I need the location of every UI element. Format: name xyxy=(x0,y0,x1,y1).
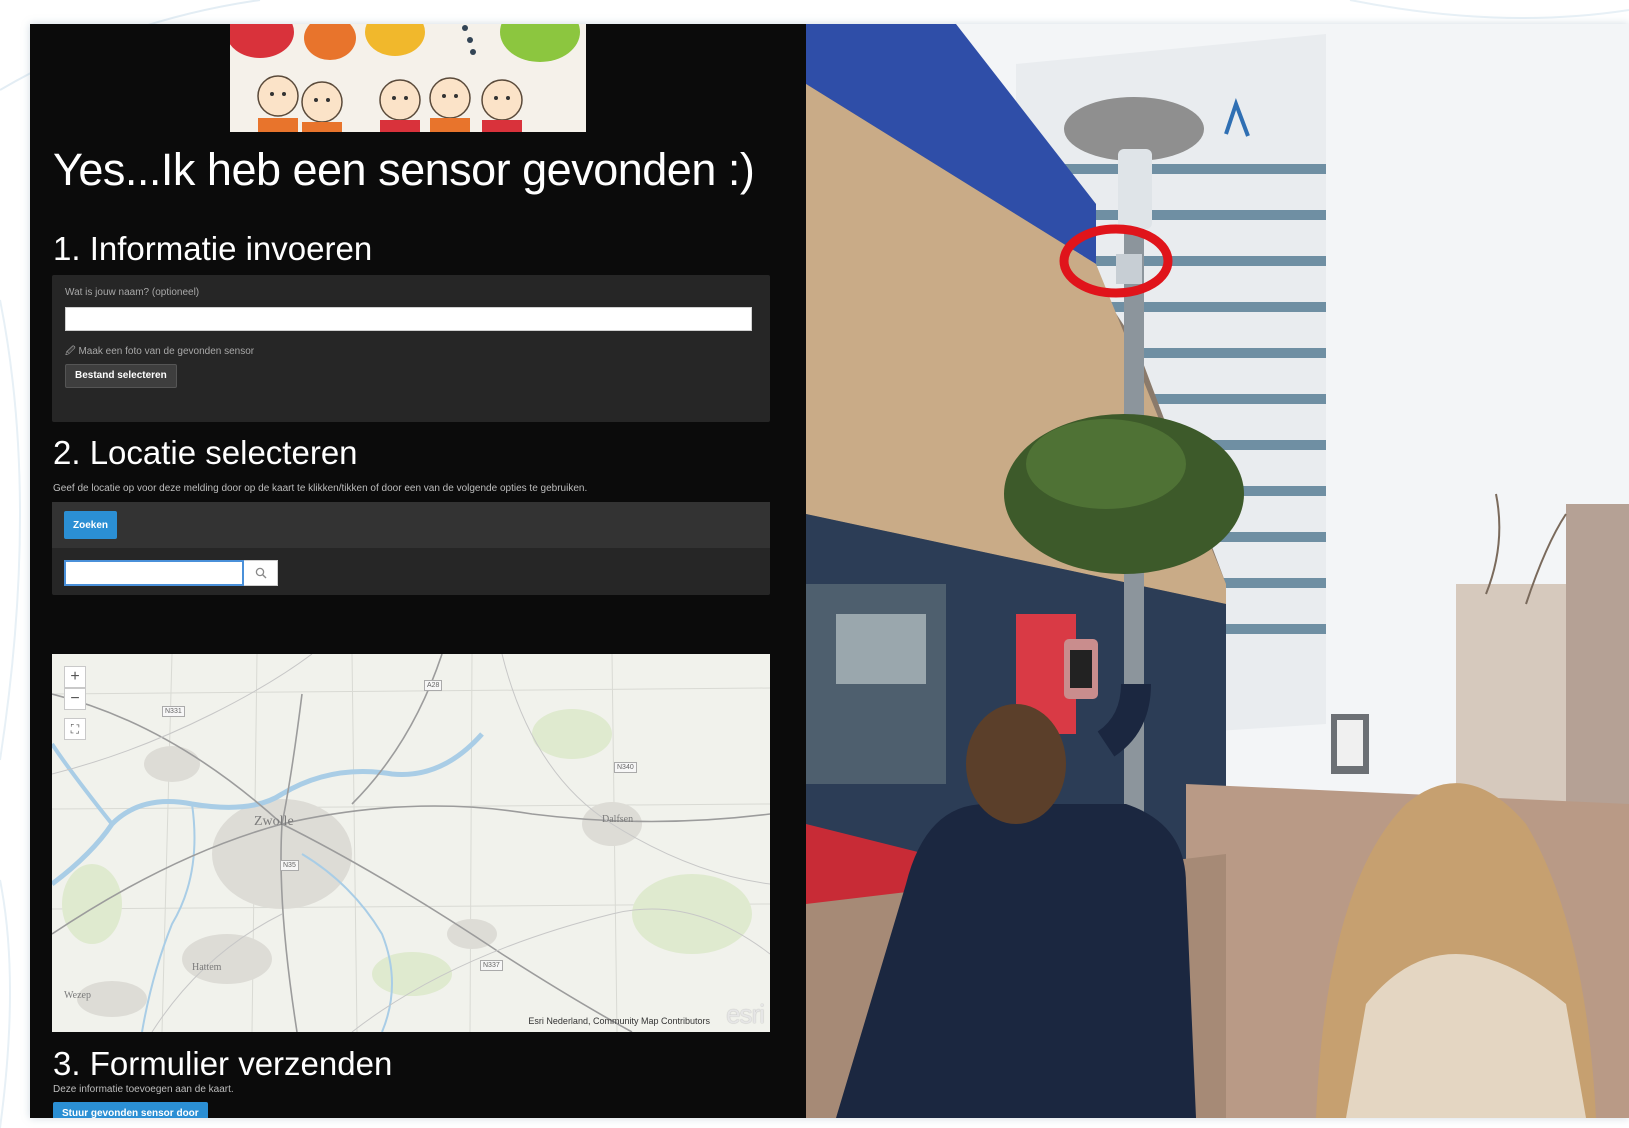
search-toolbar: Zoeken xyxy=(52,502,770,548)
section-title-submit: 3. Formulier verzenden xyxy=(53,1045,393,1082)
location-help-text: Geef de locatie op voor deze melding doo… xyxy=(53,483,588,494)
fullscreen-icon: ⛶ xyxy=(70,722,80,736)
photo-label-text: Maak een foto van de gevonden sensor xyxy=(78,346,255,357)
sensor-report-form: Yes...Ik heb een sensor gevonden :) 1. I… xyxy=(30,24,806,1118)
search-tab-button[interactable]: Zoeken xyxy=(64,511,118,539)
search-icon xyxy=(255,567,266,579)
place-label-zwolle: Zwolle xyxy=(254,814,294,829)
search-submit-button[interactable] xyxy=(244,560,278,586)
section-title-location: 2. Locatie selecteren xyxy=(53,434,358,471)
road-shield-n331: N331 xyxy=(162,706,185,717)
road-shield-a28: A28 xyxy=(424,680,443,691)
submit-sensor-button[interactable]: Stuur gevonden sensor door xyxy=(53,1102,208,1118)
location-search xyxy=(64,560,280,586)
fullscreen-button[interactable]: ⛶ xyxy=(64,718,86,740)
street-photo xyxy=(806,24,1629,1118)
page-title: Yes...Ik heb een sensor gevonden :) xyxy=(53,144,755,195)
road-shield-n340: N340 xyxy=(614,762,637,773)
place-label-hattem: Hattem xyxy=(192,962,222,973)
location-search-input[interactable] xyxy=(64,560,244,586)
photo-field-label: 🖉 Maak een foto van de gevonden sensor xyxy=(65,344,254,361)
zoom-out-button[interactable]: − xyxy=(64,688,86,710)
name-input[interactable] xyxy=(65,307,752,331)
map-attribution: Esri Nederland, Community Map Contributo… xyxy=(528,1016,710,1026)
place-label-dalfsen: Dalfsen xyxy=(602,814,634,825)
search-card: Zoeken xyxy=(52,502,770,595)
submit-help-text: Deze informatie toevoegen aan de kaart. xyxy=(53,1084,234,1095)
road-shield-n337: N337 xyxy=(480,960,503,971)
composite-screenshot: Yes...Ik heb een sensor gevonden :) 1. I… xyxy=(30,24,1629,1118)
information-card: Wat is jouw naam? (optioneel) 🖉 Maak een… xyxy=(52,275,770,422)
street-photo-illustration xyxy=(806,24,1629,1118)
header-illustration xyxy=(230,24,586,132)
esri-logo: esri xyxy=(726,999,765,1029)
select-file-button[interactable]: Bestand selecteren xyxy=(65,364,177,388)
zoom-in-button[interactable]: + xyxy=(64,666,86,688)
road-shield-n35: N35 xyxy=(280,860,299,871)
place-label-wezep: Wezep xyxy=(64,990,91,1001)
attachment-icon: 🖉 xyxy=(65,346,76,357)
section-title-information: 1. Informatie invoeren xyxy=(53,230,373,267)
name-field-label: Wat is jouw naam? (optioneel) xyxy=(65,287,200,298)
map-basemap xyxy=(52,654,770,1032)
location-map[interactable]: + − ⛶ Zwolle Dalfsen Hattem Wezep N331 A… xyxy=(52,654,770,1032)
